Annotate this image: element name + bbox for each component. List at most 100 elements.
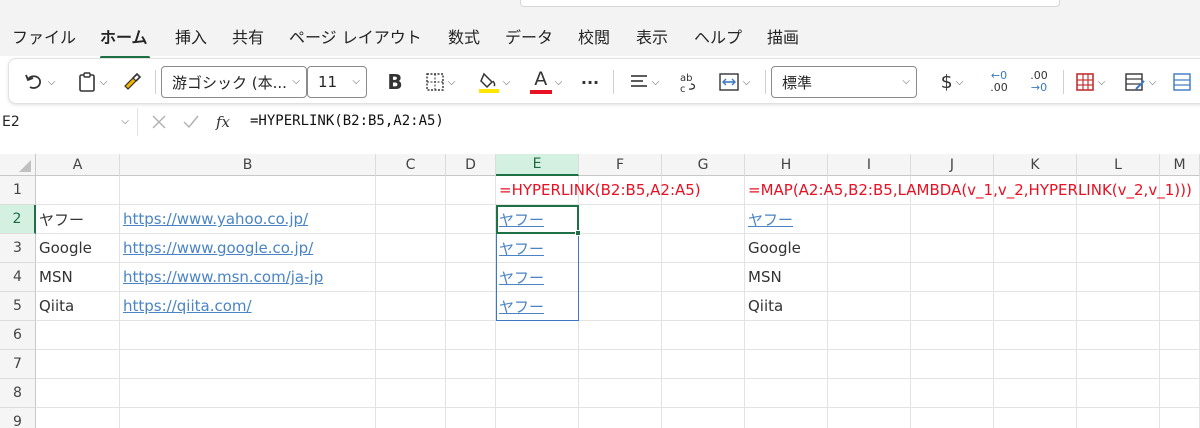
tab-help[interactable]: ヘルプ [694, 24, 742, 48]
column-header-a[interactable]: A [36, 154, 120, 176]
cell-k2[interactable] [994, 205, 1077, 234]
cell-i2[interactable] [828, 205, 911, 234]
cell-f6[interactable] [579, 321, 662, 350]
cell-g5[interactable] [662, 292, 745, 321]
cell-a5[interactable]: Qiita [36, 292, 120, 321]
row-header-7[interactable]: 7 [0, 350, 36, 379]
cell-j9[interactable] [911, 408, 994, 428]
spreadsheet-grid[interactable]: A B C D E F G H I J K L M 1 2 ヤフー https://www.yahoo.co.j… [0, 154, 1200, 428]
cell-d1[interactable] [446, 176, 496, 205]
more-options-button[interactable]: ··· [575, 59, 605, 105]
hyperlink-result[interactable]: ヤフー [499, 296, 544, 317]
cell-g7[interactable] [662, 350, 745, 379]
paste-button[interactable]: ⌵ [67, 59, 117, 105]
hyperlink-result[interactable]: ヤフー [499, 238, 544, 259]
tab-insert[interactable]: 挿入 [175, 24, 207, 48]
check-icon[interactable] [182, 113, 200, 131]
cell-j2[interactable] [911, 205, 994, 234]
cell-b8[interactable] [120, 379, 376, 408]
cell-a6[interactable] [36, 321, 120, 350]
cell-k4[interactable] [994, 263, 1077, 292]
column-header-b[interactable]: B [120, 154, 376, 176]
hyperlink-result[interactable]: ヤフー [499, 267, 544, 288]
cell-m7[interactable] [1160, 350, 1200, 379]
cell-a2[interactable]: ヤフー [36, 205, 120, 234]
cell-b4[interactable]: https://www.msn.com/ja-jp [120, 263, 376, 292]
column-header-d[interactable]: D [446, 154, 496, 176]
cell-e2[interactable]: ヤフー [496, 205, 579, 234]
tab-share[interactable]: 共有 [232, 24, 264, 48]
row-header-8[interactable]: 8 [0, 379, 36, 408]
column-header-j[interactable]: J [911, 154, 994, 176]
cell-l3[interactable] [1077, 234, 1160, 263]
url-link[interactable]: https://www.msn.com/ja-jp [123, 268, 323, 286]
cell-c3[interactable] [376, 234, 446, 263]
fx-button[interactable]: fx [216, 113, 230, 131]
column-header-c[interactable]: C [376, 154, 446, 176]
column-header-l[interactable]: L [1077, 154, 1160, 176]
cell-m9[interactable] [1160, 408, 1200, 428]
cell-d4[interactable] [446, 263, 496, 292]
cell-f4[interactable] [579, 263, 662, 292]
cell-b3[interactable]: https://www.google.co.jp/ [120, 234, 376, 263]
font-color-button[interactable]: A ⌵ [523, 59, 569, 105]
cell-j4[interactable] [911, 263, 994, 292]
cell-h4[interactable]: MSN [745, 263, 828, 292]
cell-i9[interactable] [828, 408, 911, 428]
cell-j8[interactable] [911, 379, 994, 408]
cell-e5[interactable]: ヤフー [496, 292, 579, 321]
currency-button[interactable]: $ ⌵ [929, 59, 975, 105]
cell-k8[interactable] [994, 379, 1077, 408]
cell-l5[interactable] [1077, 292, 1160, 321]
cell-i3[interactable] [828, 234, 911, 263]
cell-g6[interactable] [662, 321, 745, 350]
row-header-4[interactable]: 4 [0, 263, 36, 292]
increase-decimal-button[interactable]: ←0 .00 [981, 59, 1017, 105]
url-link[interactable]: https://www.yahoo.co.jp/ [123, 210, 308, 228]
cell-l8[interactable] [1077, 379, 1160, 408]
column-header-h[interactable]: H [745, 154, 828, 176]
name-box[interactable]: E2 ⌵ [0, 108, 138, 136]
cell-styles-button[interactable] [1167, 59, 1197, 105]
tab-page-layout[interactable]: ページ レイアウト [289, 24, 422, 48]
cell-c1[interactable] [376, 176, 446, 205]
cell-k9[interactable] [994, 408, 1077, 428]
cell-j7[interactable] [911, 350, 994, 379]
row-header-9[interactable]: 9 [0, 408, 36, 428]
cell-g3[interactable] [662, 234, 745, 263]
cell-c7[interactable] [376, 350, 446, 379]
cell-f3[interactable] [579, 234, 662, 263]
cell-h7[interactable] [745, 350, 828, 379]
cell-e7[interactable] [496, 350, 579, 379]
tab-data[interactable]: データ [505, 24, 553, 48]
font-name-select[interactable]: 游ゴシック (本... ⌵ [161, 66, 307, 98]
undo-button[interactable]: ⌵ [15, 59, 63, 105]
cell-j5[interactable] [911, 292, 994, 321]
column-header-g[interactable]: G [662, 154, 745, 176]
merge-cells-button[interactable]: ⌵ [711, 59, 757, 105]
cell-l9[interactable] [1077, 408, 1160, 428]
column-header-m[interactable]: M [1160, 154, 1200, 176]
cell-j3[interactable] [911, 234, 994, 263]
fill-handle[interactable] [575, 230, 581, 236]
column-header-f[interactable]: F [579, 154, 662, 176]
cell-m8[interactable] [1160, 379, 1200, 408]
cell-e6[interactable] [496, 321, 579, 350]
cell-h9[interactable] [745, 408, 828, 428]
cell-e9[interactable] [496, 408, 579, 428]
cell-b7[interactable] [120, 350, 376, 379]
cell-k6[interactable] [994, 321, 1077, 350]
cell-g9[interactable] [662, 408, 745, 428]
cell-a8[interactable] [36, 379, 120, 408]
cell-d2[interactable] [446, 205, 496, 234]
select-all-corner[interactable] [0, 154, 36, 176]
formula-input[interactable]: =HYPERLINK(B2:B5,A2:A5) [250, 113, 444, 129]
cell-m6[interactable] [1160, 321, 1200, 350]
cell-a3[interactable]: Google [36, 234, 120, 263]
cell-f9[interactable] [579, 408, 662, 428]
cell-b5[interactable]: https://qiita.com/ [120, 292, 376, 321]
row-header-5[interactable]: 5 [0, 292, 36, 321]
cell-j6[interactable] [911, 321, 994, 350]
format-as-table-button[interactable]: ⌵ [1117, 59, 1163, 105]
cell-e3[interactable]: ヤフー [496, 234, 579, 263]
